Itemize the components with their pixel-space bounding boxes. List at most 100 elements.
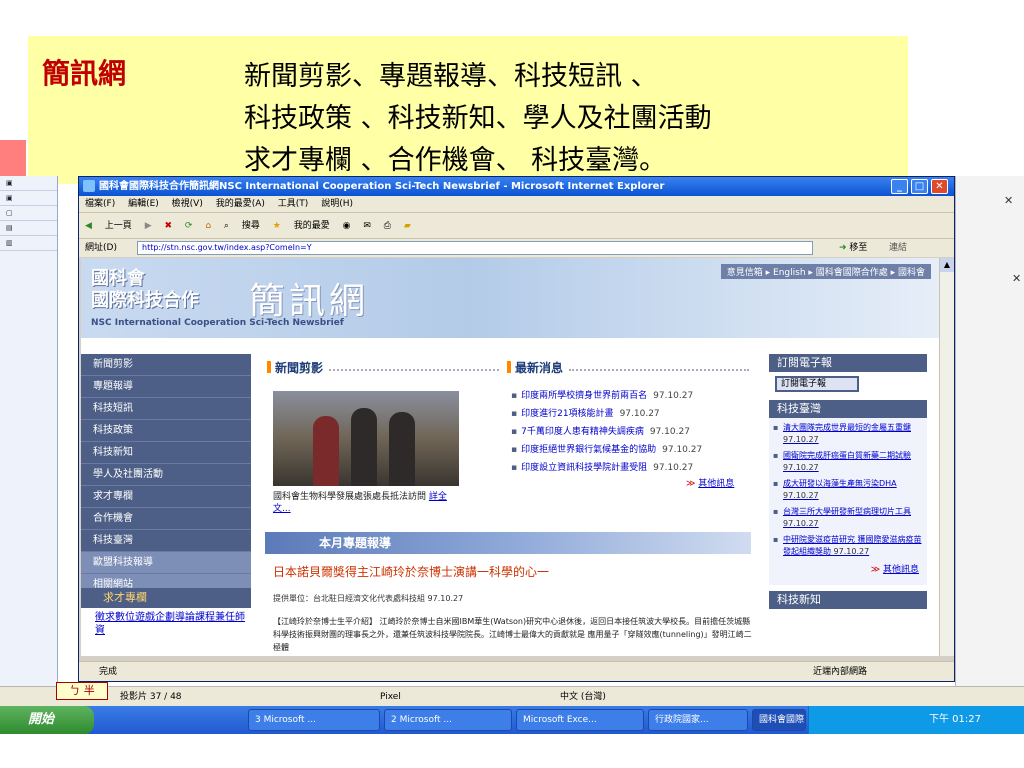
news-date: 97.10.27 [653,391,694,401]
maximize-icon[interactable]: □ [911,179,928,194]
news-item[interactable]: 7千萬印度人患有精神失調疾病 97.10.27 [511,424,690,437]
back-button[interactable]: 上一頁 [105,221,132,231]
ppt-left-toolbar-row[interactable]: ▥ [0,236,57,251]
job-link[interactable]: 徵求數位遊戲企劃導論課程兼任師資 [95,611,245,637]
taskbar-item-browser[interactable]: 行政院國家... [648,709,748,731]
folder-icon[interactable]: ▰ [404,221,411,231]
feature-text: 【江崎玲於奈博士生平介紹】 江崎玲於奈博士自米國IBM華生(Watson)研究中… [273,617,752,652]
taiwan-more-link[interactable]: ≫ 其他訊息 [773,562,923,575]
taskbar-item-word[interactable]: 2 Microsoft ... [384,709,512,731]
feature-title[interactable]: 日本諾貝爾獎得主江崎玲於奈博士演講一科學的心一 [273,563,549,580]
news-item[interactable]: 印度設立資訊科技學院計畫受阻 97.10.27 [511,460,693,473]
ie-address-bar: 網址(D) http://stn.nsc.gov.tw/index.asp?Co… [79,239,954,257]
star-icon[interactable]: ★ [273,221,281,231]
search-icon[interactable]: ⌕ [224,221,229,231]
address-input[interactable]: http://stn.nsc.gov.tw/index.asp?ComeIn=Y [137,241,813,255]
nav-item-tech-news[interactable]: 科技新知 [81,442,251,464]
taiwan-item[interactable]: 中研院愛滋疫苗研究 獲國際愛滋病疫苗發起組織獎助 97.10.27 [773,534,923,558]
scroll-up-icon[interactable]: ▲ [940,258,954,272]
favorites-button[interactable]: 我的最愛 [294,221,330,231]
subscribe-header: 訂閱電子報 [769,354,927,372]
language-indicator: 中文 (台灣) [560,692,606,702]
slide-line-3: 求才專欄 、合作機會、 科技臺灣。 [244,145,667,176]
back-icon[interactable]: ◀ [85,221,92,231]
ppt-left-toolbar-row[interactable]: ▢ [0,206,57,221]
refresh-icon[interactable]: ⟳ [185,221,193,231]
nav-item-news-photos[interactable]: 新聞剪影 [81,354,251,376]
nav-item-eu-reports[interactable]: 歐盟科技報導 [81,552,251,574]
search-button[interactable]: 搜尋 [242,221,260,231]
mail-icon[interactable]: ✉ [363,221,371,231]
media-icon[interactable]: ◉ [343,221,351,231]
close-icon[interactable]: ✕ [931,179,948,194]
nav-item-scholars[interactable]: 學人及社團活動 [81,464,251,486]
taiwan-date: 97.10.27 [783,491,819,500]
site-cn-name[interactable]: 國科會 國際科技合作 [91,268,199,312]
ie-status-bar: 完成 近端內部網路 [79,661,954,681]
ppt-left-toolbar-row[interactable]: ▣ [0,191,57,206]
menu-view[interactable]: 檢視(V) [172,199,203,209]
close-icon[interactable]: ✕ [1012,272,1021,285]
nav-item-tech-policy[interactable]: 科技政策 [81,420,251,442]
taiwan-item[interactable]: 國衛院完成肝癌蛋白質新藥二期試驗 97.10.27 [773,450,923,474]
close-icon[interactable]: ✕ [1004,194,1013,207]
stop-icon[interactable]: ✖ [164,221,172,231]
news-more-link[interactable]: ≫ 其他訊息 [686,476,734,489]
nav-item-tech-briefs[interactable]: 科技短訊 [81,398,251,420]
photo-figure [389,412,415,486]
nav-item-special-reports[interactable]: 專題報導 [81,376,251,398]
clock[interactable]: 下午 01:27 [929,714,981,725]
ppt-left-toolbar-row[interactable]: ▣ [0,176,57,191]
news-item[interactable]: 印度兩所學校擠身世界前兩百名 97.10.27 [511,388,693,401]
home-icon[interactable]: ⌂ [205,221,211,231]
ppt-left-toolbar-row[interactable]: ▤ [0,221,57,236]
forward-icon[interactable]: ▶ [145,221,152,231]
news-item[interactable]: 印度進行21項核能計畫 97.10.27 [511,406,660,419]
subscribe-button[interactable]: 訂閱電子報 [775,376,859,392]
nav-item-tech-taiwan[interactable]: 科技臺灣 [81,530,251,552]
photo-figure [351,408,377,486]
taskbar-item-excel[interactable]: Microsoft Exce... [516,709,644,731]
taiwan-item[interactable]: 成大研發以海藻生產無污染DHA 97.10.27 [773,478,923,502]
taiwan-date: 97.10.27 [783,519,819,528]
news-photo[interactable] [273,391,459,486]
news-item[interactable]: 印度拒絕世界銀行氣候基金的協助 97.10.27 [511,442,702,455]
nav-item-jobs[interactable]: 求才專欄 [81,486,251,508]
address-label: 網址(D) [85,243,117,253]
menu-edit[interactable]: 編輯(E) [128,199,159,209]
news-title: 印度拒絕世界銀行氣候基金的協助 [521,445,657,455]
minimize-icon[interactable]: _ [891,179,908,194]
menu-tools[interactable]: 工具(T) [278,199,309,209]
taiwan-title: 台灣三所大學研發新型病理切片工具 [783,507,911,516]
menu-help[interactable]: 說明(H) [321,199,353,209]
design-name: Pixel [380,692,401,702]
menu-favorites[interactable]: 我的最愛(A) [216,199,265,209]
taiwan-item[interactable]: 台灣三所大學研發新型病理切片工具 97.10.27 [773,506,923,530]
menu-file[interactable]: 檔案(F) [85,199,115,209]
slide-counter: 投影片 37 / 48 [120,692,182,702]
stage: 簡訊網 新聞剪影、專題報導、科技短訊 、 科技政策 、科技新知、學人及社團活動 … [0,0,1024,768]
nav-item-cooperation[interactable]: 合作機會 [81,508,251,530]
vertical-scrollbar[interactable]: ▲ [939,258,954,656]
site-banner: 意見信箱 ▸ English ▸ 國科會國際合作處 ▸ 國科會 國科會 國際科技… [81,258,941,338]
news-section-header: 最新消息 [507,359,563,376]
news-date: 97.10.27 [653,463,694,473]
ie-title-bar[interactable]: 國科會國際科技合作簡訊網NSC International Cooperatio… [79,177,954,196]
news-date: 97.10.27 [619,409,660,419]
tech-news-header: 科技新知 [769,591,927,609]
start-button[interactable]: 開始 [0,706,94,734]
taiwan-title: 國衛院完成肝癌蛋白質新藥二期試驗 [783,451,911,460]
taiwan-date: 97.10.27 [783,435,819,444]
print-icon[interactable]: ⎙ [384,221,391,231]
ppt-slide-thumbnail-pane: ▣ ▣ ▢ ▤ ▥ [0,176,58,706]
taiwan-item[interactable]: 清大團隊完成世界最短的金屬五重鍵 97.10.27 [773,422,923,446]
slide-line-1: 新聞剪影、專題報導、科技短訊 、 [244,61,658,92]
go-button[interactable]: ➜ 移至 [839,239,867,257]
taskbar-item-nsc[interactable]: 國科會國際... [752,709,806,731]
section-divider [329,361,499,371]
taskbar-item-powerpoint[interactable]: 3 Microsoft ... [248,709,380,731]
news-date: 97.10.27 [649,427,690,437]
links-button[interactable]: 連結 [889,239,907,257]
ime-indicator[interactable]: ㄅ 半 [56,682,108,700]
top-links[interactable]: 意見信箱 ▸ English ▸ 國科會國際合作處 ▸ 國科會 [720,264,931,279]
